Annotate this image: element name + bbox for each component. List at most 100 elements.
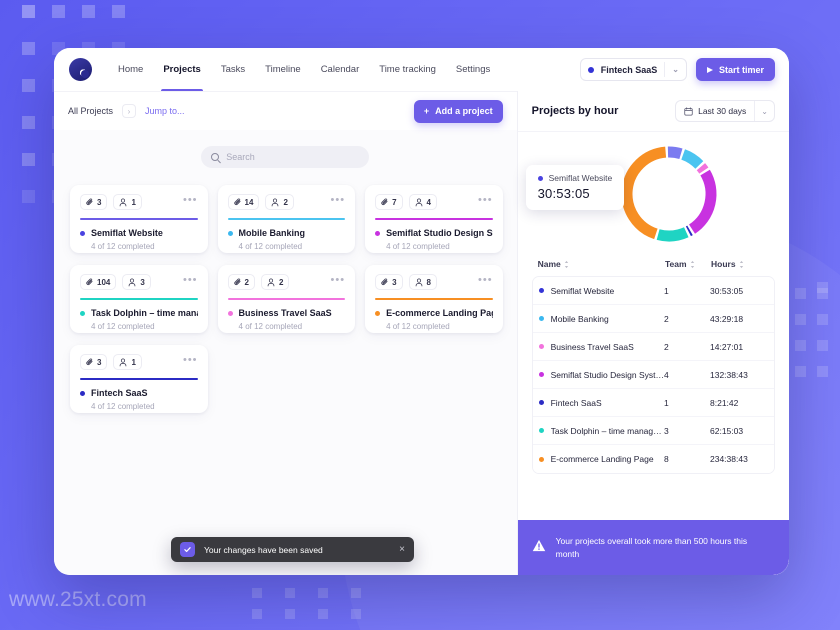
attachment-count: 3 [392,277,397,287]
attachment-count-chip[interactable]: 104 [80,274,117,290]
attachment-count-chip[interactable]: 7 [375,194,403,210]
member-count-chip[interactable]: 2 [260,274,290,290]
jump-to-link[interactable]: Jump to... [145,106,185,116]
project-card[interactable]: 3 1 ••• Fintech SaaS 4 of 12 completed [70,345,208,413]
sort-icon [690,260,694,268]
card-meta: 104 3 ••• [80,274,198,290]
donut-segment[interactable] [696,163,709,174]
member-count-chip[interactable]: 1 [113,354,142,370]
card-progress-text: 4 of 12 completed [386,322,450,331]
sort-icon [739,260,743,268]
donut-segment[interactable] [685,225,693,237]
donut-chart-container: Semiflat Website 30:53:05 [518,132,789,255]
project-card[interactable]: 3 1 ••• Semiflat Website 4 of 12 completed [70,185,208,253]
cell-name: Business Travel SaaS [538,342,664,352]
search-icon [211,153,220,161]
column-header-team[interactable]: Team [665,259,711,269]
donut-segment[interactable] [667,146,683,160]
card-menu-button[interactable]: ••• [183,355,198,367]
member-count-chip[interactable]: 1 [113,194,142,210]
card-accent-bar [375,218,493,220]
donut-segment[interactable] [680,149,703,169]
attachment-count-chip[interactable]: 14 [227,194,260,210]
column-label: Team [665,259,687,269]
member-count-chip[interactable]: 2 [265,194,294,210]
project-color-dot [375,230,381,236]
project-card[interactable]: 14 2 ••• Mobile Banking 4 of 12 completed [217,185,356,253]
cell-name: Task Dolphin – time manag… [538,426,664,436]
paperclip-icon [381,278,388,286]
member-count: 2 [283,197,288,207]
project-selector[interactable]: Fintech SaaS ⌄ [579,58,687,81]
nav-item-settings[interactable]: Settings [446,48,500,91]
donut-segment[interactable] [656,227,689,242]
card-meta: 3 1 ••• [80,354,198,370]
breadcrumb-bar: All Projects › Jump to... + Add a projec… [54,91,517,130]
warning-icon [532,539,546,557]
table-row[interactable]: Business Travel SaaS 2 14:27:01 [532,333,774,361]
donut-segment[interactable] [688,169,717,234]
add-project-button[interactable]: + Add a project [413,99,503,123]
project-color-dot [587,66,594,73]
donut-segment[interactable] [621,146,666,240]
nav-item-timeline[interactable]: Timeline [255,48,311,91]
project-card[interactable]: 3 8 ••• E-commerce Landing Page 4 of 12 comp… [365,265,503,333]
nav-item-label: Time tracking [379,64,436,75]
member-count-chip[interactable]: 8 [408,274,437,290]
card-menu-button[interactable]: ••• [478,195,493,207]
attachment-count-chip[interactable]: 3 [375,274,403,290]
search-box[interactable] [201,146,370,168]
app-logo-icon[interactable] [69,58,92,81]
project-name: E-commerce Landing Page [550,454,654,464]
close-icon[interactable]: × [399,544,405,555]
table-row[interactable]: Task Dolphin – time manag… 3 62:15:03 [532,417,774,445]
card-meta: 2 2 ••• [227,274,346,290]
table-row[interactable]: Semiflat Studio Design Syst… 4 132:38:43 [532,361,774,389]
attachment-count-chip[interactable]: 2 [227,274,255,290]
card-menu-button[interactable]: ••• [183,195,198,207]
toast-notification: Your changes have been saved × [171,537,414,562]
card-menu-button[interactable]: ••• [331,195,346,207]
table-row[interactable]: Mobile Banking 2 43:29:18 [532,305,774,333]
nav-item-time-tracking[interactable]: Time tracking [369,48,446,91]
column-header-name[interactable]: Name [538,259,665,269]
card-menu-button[interactable]: ••• [478,275,493,287]
table-row[interactable]: E-commerce Landing Page 8 234:38:43 [532,445,774,473]
card-accent-bar [80,378,198,380]
member-count-chip[interactable]: 3 [122,274,151,290]
card-title: Task Dolphin – time manage [91,308,198,318]
nav-item-projects[interactable]: Projects [153,48,211,91]
column-label: Hours [711,259,736,269]
project-card[interactable]: 7 4 ••• Semiflat Studio Design Syste 4 of 12… [365,185,503,253]
analytics-header: Projects by hour Last 30 days ⌄ [517,91,789,132]
nav-item-calendar[interactable]: Calendar [311,48,370,91]
column-header-hours[interactable]: Hours [711,259,769,269]
card-meta: 3 8 ••• [375,274,493,290]
member-count-chip[interactable]: 4 [408,194,437,210]
start-timer-button[interactable]: Start timer [695,58,775,81]
nav-item-home[interactable]: Home [108,48,153,91]
table-row[interactable]: Fintech SaaS 1 8:21:42 [532,389,774,417]
card-menu-button[interactable]: ••• [331,275,346,287]
table-row[interactable]: Semiflat Website 1 30:53:05 [532,277,774,305]
project-card[interactable]: 2 2 ••• Business Travel SaaS 4 of 12 complet… [217,265,356,333]
cell-name: Mobile Banking [538,314,664,324]
date-range-selector[interactable]: Last 30 days ⌄ [675,100,775,122]
project-card[interactable]: 104 3 ••• Task Dolphin – time manage 4 of 12… [70,265,208,333]
card-title-row: Mobile Banking [227,228,346,238]
nav-item-label: Home [118,64,144,75]
search-input[interactable] [226,152,360,162]
attachment-count-chip[interactable]: 3 [80,354,108,370]
person-icon [119,198,127,207]
warning-banner: Your projects overall took more than 500… [517,520,789,575]
nav-item-tasks[interactable]: Tasks [211,48,255,91]
breadcrumb-root[interactable]: All Projects [68,106,113,116]
project-color-dot [538,288,544,293]
project-color-dot [227,230,233,236]
member-count: 4 [426,197,431,207]
project-color-dot [538,344,544,349]
chevron-down-icon: ⌄ [761,106,768,116]
donut-chart[interactable] [613,138,725,250]
card-menu-button[interactable]: ••• [183,275,198,287]
attachment-count-chip[interactable]: 3 [80,194,108,210]
